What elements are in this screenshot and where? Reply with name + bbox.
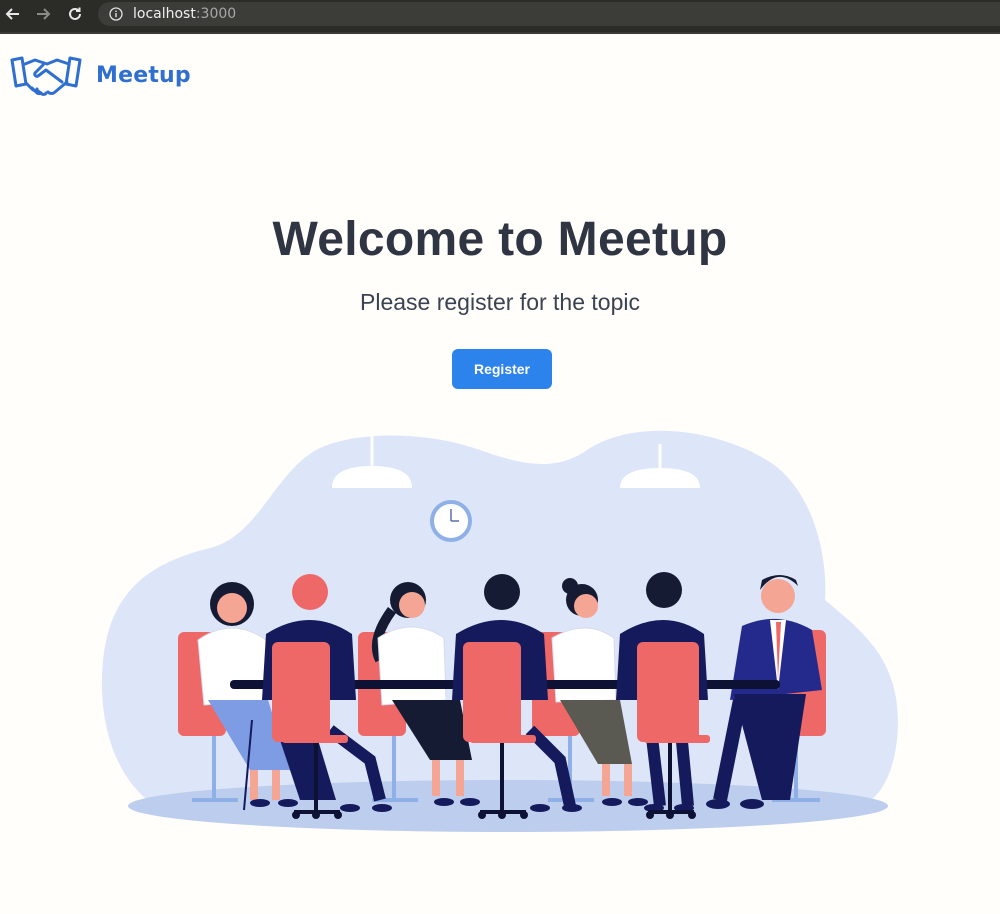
forward-icon[interactable] [33, 4, 53, 24]
url-host: localhost [133, 6, 196, 22]
app-header: Meetup [10, 50, 191, 100]
brand-name[interactable]: Meetup [96, 63, 191, 88]
clock-icon [430, 500, 472, 542]
back-icon[interactable] [3, 4, 23, 24]
register-button[interactable]: Register [452, 349, 552, 389]
page-subtitle: Please register for the topic [360, 289, 640, 315]
hero-section: Welcome to Meetup Please register for th… [0, 212, 1000, 316]
url-text: localhost:3000 [133, 6, 236, 22]
page-title: Welcome to Meetup [272, 213, 728, 266]
meeting-illustration [0, 420, 1000, 850]
handshake-icon[interactable] [10, 52, 82, 98]
reload-icon[interactable] [65, 4, 85, 24]
browser-toolbar: localhost:3000 [0, 0, 1000, 34]
address-bar[interactable]: localhost:3000 [98, 2, 1000, 26]
info-icon[interactable] [109, 7, 123, 21]
url-port: :3000 [195, 6, 237, 22]
